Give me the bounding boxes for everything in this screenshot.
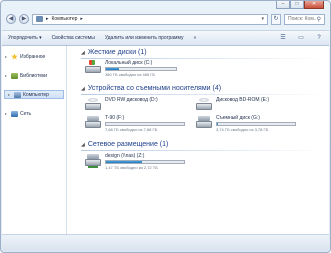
- nav-item-label: Библиотеки: [20, 72, 48, 79]
- drive-name: Съемный диск (G:): [216, 115, 260, 121]
- forward-button[interactable]: ▶: [19, 14, 29, 24]
- breadcrumb-computer[interactable]: Компьютер: [52, 16, 78, 22]
- search-icon[interactable]: ⚲: [317, 16, 321, 23]
- minimize-button[interactable]: –: [276, 1, 290, 9]
- breadcrumb-separator[interactable]: ▸: [80, 16, 83, 22]
- nav-item-favorites[interactable]: ▸ Избранное: [2, 52, 66, 61]
- network-icon: [11, 110, 18, 117]
- collapse-icon[interactable]: ◢: [81, 142, 85, 148]
- drive-free-space: 1,47 ТБ свободно из 2,72 ТБ: [105, 165, 158, 170]
- maximize-button[interactable]: □: [290, 1, 304, 9]
- star-icon: [11, 53, 18, 60]
- expand-icon[interactable]: ▸: [5, 54, 9, 59]
- refresh-button[interactable]: ↻: [271, 13, 281, 25]
- drive-name: DVD RW дисковод (D:): [105, 97, 158, 103]
- caption-buttons: – □ ✕: [276, 1, 324, 10]
- more-commands-button[interactable]: »: [193, 35, 196, 41]
- group-title: Устройства со съемными носителями (4): [87, 85, 222, 92]
- dvd-drive-icon: [85, 97, 101, 110]
- drive-e[interactable]: Дисковод BD-ROM (E:): [196, 97, 269, 110]
- navigation-pane: ▸ Избранное ▸ Библиотеки ▸ Компьютер ▸ С…: [2, 46, 67, 234]
- group-divider: [81, 58, 326, 59]
- drive-free-space: 7,68 ГБ свободно из 7,68 ГБ: [105, 127, 158, 132]
- drive-z[interactable]: design (\\nas) (Z:) 1,47 ТБ свободно из …: [85, 153, 185, 170]
- search-input[interactable]: [288, 16, 317, 22]
- drive-usage-bar: [105, 160, 185, 164]
- details-pane: [2, 234, 329, 251]
- view-options-icon[interactable]: ☰: [279, 34, 287, 42]
- address-row: ◀ ▶ ▸ Компьютер ▸ ▾ ↻ ⚲: [6, 12, 325, 26]
- nav-item-label: Избранное: [20, 53, 46, 60]
- nav-item-libraries[interactable]: ▸ Библиотеки: [2, 71, 66, 80]
- drive-free-space: 3,74 ГБ свободно из 3,78 ГБ: [216, 127, 269, 132]
- drive-usage-bar: [105, 67, 177, 71]
- drive-usage-fill: [217, 123, 218, 125]
- drive-usage-fill: [106, 161, 142, 163]
- back-button[interactable]: ◀: [6, 14, 16, 24]
- library-icon: [11, 72, 18, 79]
- drive-name: Локальный диск (C:): [105, 60, 153, 66]
- drive-f[interactable]: T-90 (F:) 7,68 ГБ свободно из 7,68 ГБ: [85, 115, 185, 132]
- close-button[interactable]: ✕: [304, 1, 324, 9]
- collapse-icon[interactable]: ◢: [81, 86, 85, 92]
- breadcrumb-separator[interactable]: ▸: [46, 16, 49, 22]
- usb-drive-icon: [85, 115, 101, 128]
- drive-g[interactable]: Съемный диск (G:) 3,74 ГБ свободно из 3,…: [196, 115, 296, 132]
- drive-d[interactable]: DVD RW дисковод (D:): [85, 97, 158, 110]
- network-drive-icon: [85, 153, 101, 168]
- group-header-hard-drives[interactable]: ◢ Жесткие диски (1): [81, 49, 326, 59]
- command-bar: Упорядочить ▾ Свойства системы Удалить и…: [2, 30, 329, 46]
- group-header-removable[interactable]: ◢ Устройства со съемными носителями (4): [81, 85, 326, 95]
- preview-pane-icon[interactable]: ▭: [297, 34, 305, 42]
- drive-name: T-90 (F:): [105, 115, 125, 121]
- bd-drive-icon: [196, 97, 212, 110]
- expand-icon[interactable]: ▸: [5, 73, 9, 78]
- drive-name: Дисковод BD-ROM (E:): [216, 97, 270, 103]
- computer-icon: [36, 16, 43, 22]
- computer-icon: [14, 91, 21, 98]
- explorer-window: – □ ✕ ◀ ▶ ▸ Компьютер ▸ ▾ ↻ ⚲ Упорядочит…: [0, 0, 331, 253]
- nav-item-label: Сеть: [20, 110, 32, 117]
- drive-usage-bar: [105, 122, 185, 126]
- search-box[interactable]: ⚲: [284, 13, 325, 25]
- group-divider: [81, 94, 326, 95]
- usb-drive-icon: [196, 115, 212, 128]
- drive-name: design (\\nas) (Z:): [105, 153, 145, 159]
- expand-icon[interactable]: ▸: [5, 111, 9, 116]
- group-title: Сетевое размещение (1): [87, 141, 169, 148]
- nav-item-label: Компьютер: [23, 91, 49, 98]
- nav-item-computer[interactable]: ▸ Компьютер: [4, 90, 64, 99]
- drive-usage-bar: [216, 122, 296, 126]
- group-header-network[interactable]: ◢ Сетевое размещение (1): [81, 141, 326, 151]
- main-pane: ◢ Жесткие диски (1) Локальный диск (C:) …: [67, 46, 329, 234]
- expand-icon[interactable]: ▸: [8, 92, 12, 97]
- nav-item-network[interactable]: ▸ Сеть: [2, 109, 66, 118]
- help-icon[interactable]: ?: [315, 34, 323, 42]
- drive-c[interactable]: Локальный диск (C:) 380 ГБ свободно из 4…: [85, 60, 177, 77]
- system-properties-button[interactable]: Свойства системы: [52, 35, 95, 41]
- address-bar[interactable]: ▸ Компьютер ▸ ▾: [32, 13, 268, 25]
- hard-drive-icon: [85, 60, 101, 73]
- drive-usage-fill: [106, 68, 119, 70]
- collapse-icon[interactable]: ◢: [81, 50, 85, 56]
- address-dropdown-icon[interactable]: ▾: [261, 16, 264, 22]
- group-title: Жесткие диски (1): [87, 49, 147, 56]
- content-area: ▸ Избранное ▸ Библиотеки ▸ Компьютер ▸ С…: [2, 46, 329, 234]
- drive-free-space: 380 ГБ свободно из 465 ГБ: [105, 72, 156, 77]
- uninstall-program-button[interactable]: Удалить или изменить программу: [105, 35, 184, 41]
- group-divider: [81, 150, 326, 151]
- organize-button[interactable]: Упорядочить ▾: [8, 35, 42, 41]
